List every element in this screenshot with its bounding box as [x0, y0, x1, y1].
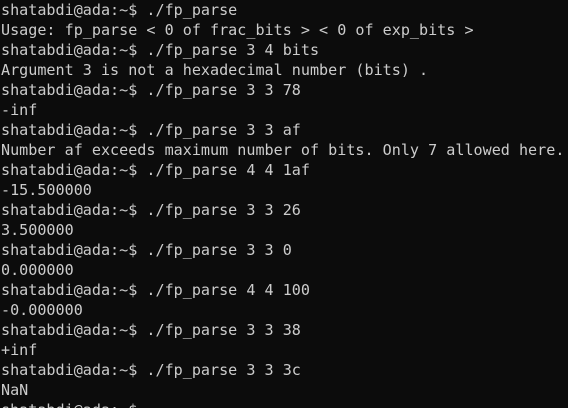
current-prompt-line[interactable]: shatabdi@ada:~$	[1, 400, 564, 408]
output-line: NaN	[1, 381, 29, 399]
output-line: Number af exceeds maximum number of bits…	[1, 141, 565, 159]
prompt-line: shatabdi@ada:~$ ./fp_parse 3 3 26	[1, 201, 301, 219]
output-line: +inf	[1, 341, 38, 359]
prompt-line: shatabdi@ada:~$ ./fp_parse 3 4 bits	[1, 41, 320, 59]
prompt-line: shatabdi@ada:~$ ./fp_parse 3 3 38	[1, 321, 301, 339]
output-line: Usage: fp_parse < 0 of frac_bits > < 0 o…	[1, 21, 474, 39]
prompt-line: shatabdi@ada:~$ ./fp_parse 3 3 3c	[1, 361, 301, 379]
terminal-window[interactable]: shatabdi@ada:~$ ./fp_parse Usage: fp_par…	[0, 0, 568, 408]
output-line: 3.500000	[1, 221, 74, 239]
prompt-line: shatabdi@ada:~$ ./fp_parse 3 3 af	[1, 121, 301, 139]
prompt-line: shatabdi@ada:~$ ./fp_parse 4 4 100	[1, 281, 310, 299]
output-line: -0.000000	[1, 301, 83, 319]
prompt-line: shatabdi@ada:~$ ./fp_parse 4 4 1af	[1, 161, 310, 179]
prompt-line: shatabdi@ada:~$ ./fp_parse 3 3 78	[1, 81, 301, 99]
output-line: -15.500000	[1, 181, 92, 199]
terminal-output: shatabdi@ada:~$ ./fp_parse Usage: fp_par…	[1, 0, 564, 408]
output-line: -inf	[1, 101, 38, 119]
prompt-line: shatabdi@ada:~$ ./fp_parse 3 3 0	[1, 241, 292, 259]
prompt-line: shatabdi@ada:~$ ./fp_parse	[1, 1, 238, 19]
output-line: 0.000000	[1, 261, 74, 279]
output-line: Argument 3 is not a hexadecimal number (…	[1, 61, 429, 79]
